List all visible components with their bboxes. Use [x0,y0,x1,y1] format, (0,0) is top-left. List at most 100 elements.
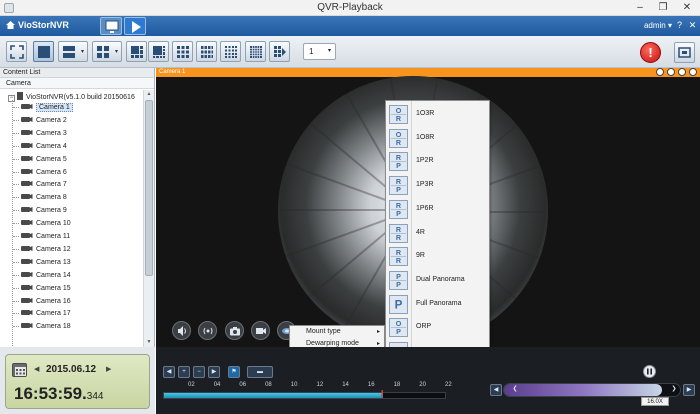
speed-prev-button[interactable]: ◀ [490,384,502,396]
dewarp-layout-option[interactable]: R P 1P6R [386,198,489,221]
pause-button[interactable] [643,365,656,378]
camera-tree-item[interactable]: Camera 5 [13,154,67,165]
dewarp-layout-option[interactable]: O R 1O8R [386,127,489,150]
sequential-mode-button[interactable] [269,41,290,62]
faster-button[interactable]: ❯ [668,384,680,396]
scroll-down-icon[interactable]: ▼ [144,338,154,347]
camera-tree-item[interactable]: Camera 1 [13,102,73,113]
alert-button[interactable]: ! [640,42,661,63]
camera-tree-item[interactable]: Camera 14 [13,270,71,281]
camera-tree-item[interactable]: Camera 6 [13,167,67,178]
camera-tree-item[interactable]: Camera 18 [13,321,71,332]
zoom-in-button[interactable]: + [178,366,190,378]
twentyfive-view-icon [250,46,262,58]
bullet-camera-icon [21,194,33,200]
context-menu-item[interactable]: Mount type ▸ [290,326,384,338]
camera-tree-item[interactable]: Camera 4 [13,141,67,152]
close-icon[interactable] [689,68,697,76]
timeline-next-button[interactable]: ▶ [208,366,220,378]
camera-tree-item[interactable]: Camera 13 [13,257,71,268]
timeline-recorded-fill [164,393,384,398]
layout-12-button[interactable] [196,41,217,62]
dewarp-layout-option[interactable]: O P ORP [386,316,489,339]
previous-day-button[interactable]: ◀ [34,365,39,373]
bullet-camera-icon [21,104,33,109]
speed-slider[interactable] [503,383,681,397]
dewarp-layout-option[interactable]: R P 1P2R [386,150,489,173]
camera-tree-item[interactable]: Camera 7 [13,179,67,190]
dewarp-layout-option[interactable]: R P 1P3R [386,174,489,197]
dewarp-layout-label: Full Panorama [416,299,462,307]
layout-6-button[interactable] [126,41,147,62]
tree-root-label: VioStorNVR(v5.1.0 build 20150616 [26,94,135,101]
layout-4-dropdown[interactable]: ▾ [92,41,122,62]
snapshot-icon[interactable] [667,68,675,76]
help-icon[interactable]: ? [674,20,685,31]
talk-button[interactable] [198,321,217,340]
record-button[interactable] [251,321,270,340]
timeline-track[interactable] [163,392,446,399]
camera-tree-item[interactable]: Camera 2 [13,115,67,126]
logout-icon[interactable]: ✕ [687,20,698,31]
timeline-hour-label: 04 [213,382,221,388]
camera-tree-item[interactable]: Camera 12 [13,244,71,255]
minimize-button[interactable]: – [630,1,650,15]
event-filter-button[interactable]: ⚑ [228,366,240,378]
timeline-hour-label: 20 [419,382,426,388]
dewarp-layout-option[interactable]: P Full Panorama [386,293,489,316]
user-menu[interactable]: admin ▾ [644,21,672,30]
calendar-icon[interactable] [12,363,27,377]
close-button[interactable]: ✕ [677,1,697,15]
content-list-scrollbar[interactable]: ▲ ▼ [143,90,154,347]
fullscreen-icon[interactable] [678,68,686,76]
svg-text:P: P [396,163,401,171]
exit-button[interactable] [674,42,695,63]
dewarp-layout-option[interactable]: O R 1O3R [386,103,489,126]
page-select[interactable]: 1 ▾ [303,43,336,60]
six-view-icon [131,46,143,58]
maximize-button[interactable]: ❐ [653,1,673,15]
fullscreen-icon [10,45,24,59]
scrollbar-thumb[interactable] [145,100,153,276]
next-day-button[interactable]: ▶ [106,365,111,373]
timeline-prev-button[interactable]: ◀ [163,366,175,378]
camera-tree-label: Camera 3 [36,129,67,137]
record-type-toggle[interactable]: ▬ [247,366,273,378]
camera-tree-item[interactable]: Camera 11 [13,231,70,242]
camera-tree-item[interactable]: Camera 17 [13,308,71,319]
scroll-up-icon[interactable]: ▲ [144,90,154,99]
layout-1-button[interactable] [33,41,54,62]
zoom-out-button[interactable]: − [193,366,205,378]
dewarp-layout-option[interactable]: R R 4R [386,222,489,245]
layout-9-button[interactable] [172,41,193,62]
speed-next-button[interactable]: ▶ [683,384,695,396]
live-view-button[interactable] [100,17,122,35]
fullscreen-button[interactable] [6,41,27,62]
audio-button[interactable] [172,321,191,340]
submenu-arrow-icon: ▸ [376,329,380,335]
dewarp-layout-option[interactable]: R R 9R [386,245,489,268]
camera-tree-label: Camera 15 [36,284,71,292]
layout-25-button[interactable] [245,41,266,62]
playback-time: 16:53:59.344 [14,384,103,404]
camera-tree-item[interactable]: Camera 10 [13,218,71,229]
layout-split-dropdown[interactable]: ▾ [58,41,88,62]
camera-tree-item[interactable]: Camera 8 [13,192,67,203]
camera-tree-item[interactable]: Camera 3 [13,128,67,139]
camera-tree-item[interactable]: Camera 15 [13,283,71,294]
svg-text:O: O [396,320,402,328]
dewarp-layout-icon: OP [389,318,408,338]
chevron-down-icon: ▾ [80,49,84,55]
playback-button[interactable] [124,17,146,35]
snapshot-button[interactable] [225,321,244,340]
nine-view-icon [177,46,189,58]
timeline-cursor[interactable]: I [381,387,387,403]
camera-tree-item[interactable]: Camera 9 [13,205,67,216]
layout-16-button[interactable] [220,41,241,62]
tree-root-nvr[interactable]: − VioStorNVR(v5.1.0 build 20150616 [8,92,135,102]
dewarp-layout-option[interactable]: P P Dual Panorama [386,269,489,292]
slower-button[interactable]: ❮ [509,384,521,396]
layout-8-button[interactable] [148,41,169,62]
camera-tree-item[interactable]: Camera 16 [13,296,71,307]
settings-icon[interactable] [656,68,664,76]
